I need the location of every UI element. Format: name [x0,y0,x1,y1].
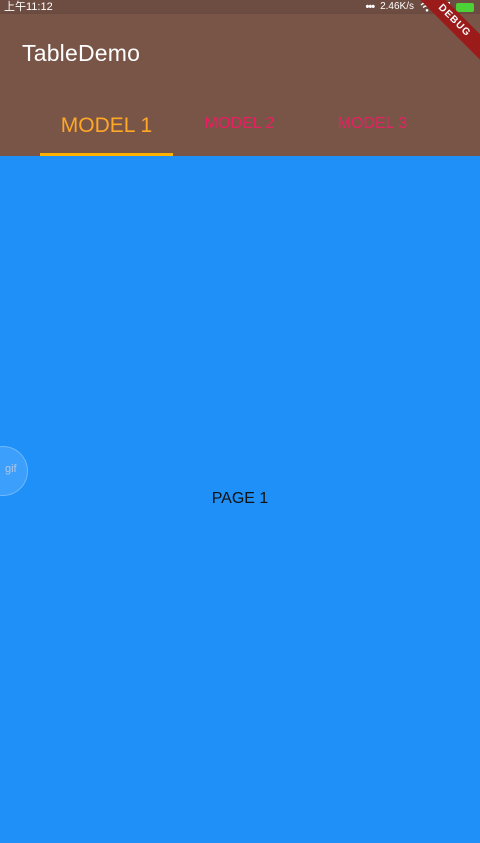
status-time: 上午11:12 [4,1,53,13]
tab-bar: MODEL 1 MODEL 2 MODEL 3 [40,102,440,156]
tab-label: MODEL 2 [204,115,275,132]
tab-label: MODEL 3 [337,115,408,132]
status-bar: 上午11:12 ••• 2.46K/s [0,0,480,14]
battery-icon [456,2,474,12]
more-dots-icon: ••• [365,1,376,13]
gif-label: gif [5,463,17,475]
tab-model-3[interactable]: MODEL 3 [306,102,439,156]
page-label: PAGE 1 [211,490,269,507]
page-content: PAGE 1 [0,156,480,843]
tab-model-1[interactable]: MODEL 1 [40,102,173,156]
app-title: TableDemo [22,40,141,66]
tab-model-2[interactable]: MODEL 2 [173,102,306,156]
app-bar: TableDemo MODEL 1 MODEL 2 MODEL 3 [0,14,480,156]
network-speed: 2.46K/s [380,1,414,12]
tab-label: MODEL 1 [60,114,153,137]
